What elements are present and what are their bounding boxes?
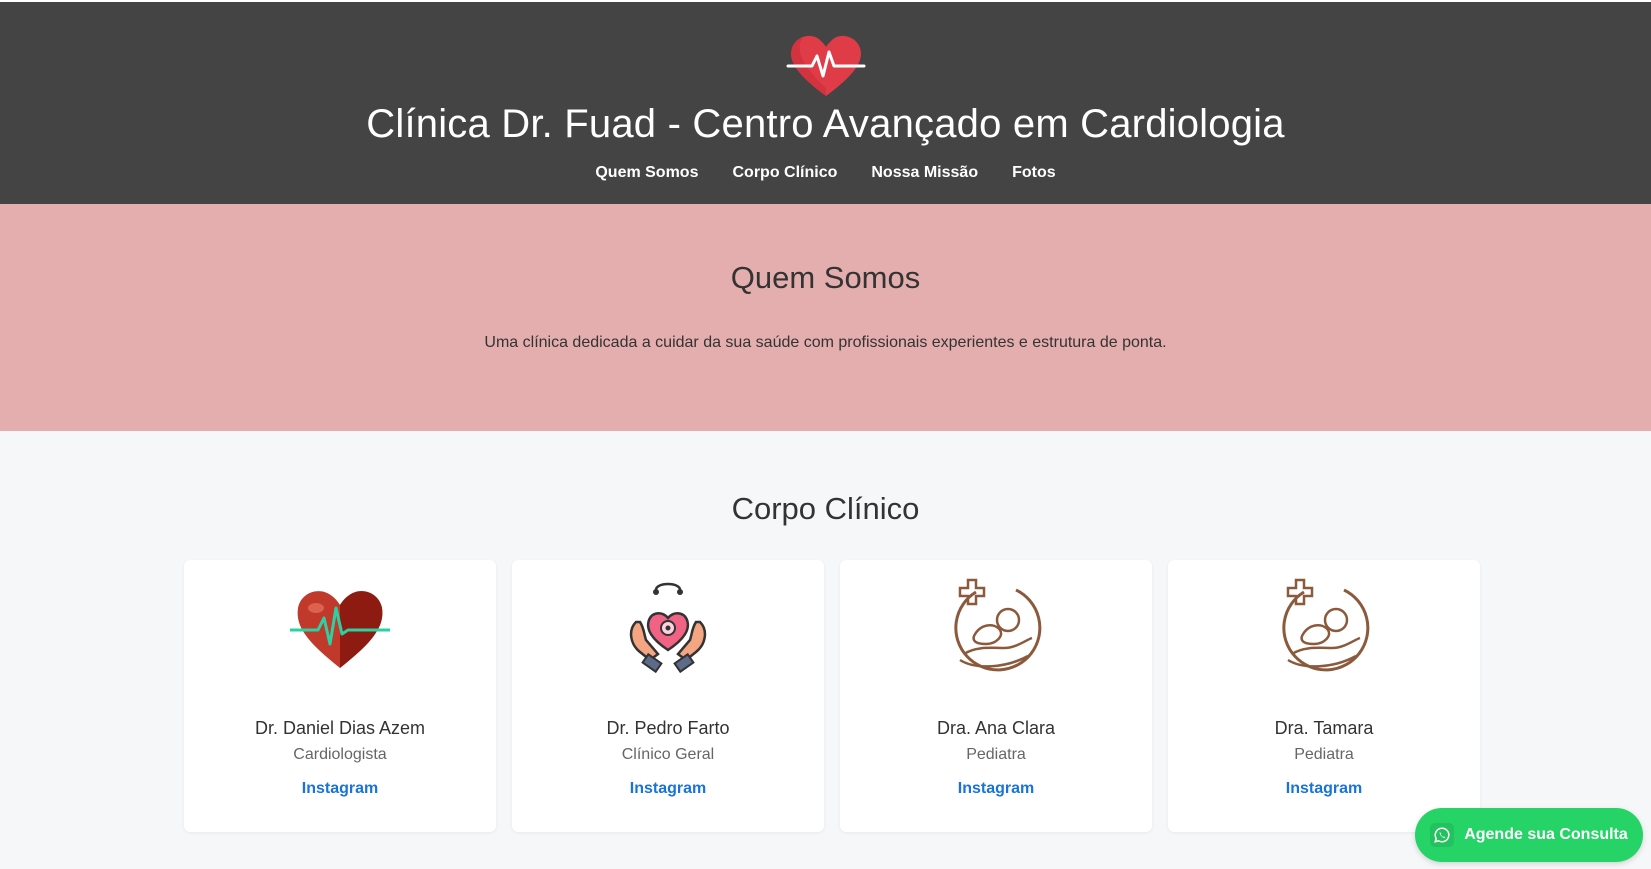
doctor-card: Dr. Daniel Dias Azem Cardiologista Insta… bbox=[184, 560, 496, 832]
heart-pulse-icon bbox=[786, 35, 865, 96]
instagram-link[interactable]: Instagram bbox=[840, 780, 1152, 798]
main-nav: Quem Somos Corpo Clínico Nossa Missão Fo… bbox=[0, 164, 1651, 182]
whatsapp-schedule-button[interactable]: Agende sua Consulta bbox=[1415, 808, 1643, 862]
doctor-name: Dr. Pedro Farto bbox=[606, 718, 730, 738]
heart-ecg-icon bbox=[290, 591, 390, 668]
site-title: Clínica Dr. Fuad - Centro Avançado em Ca… bbox=[366, 102, 1285, 146]
nav-nossa-missao[interactable]: Nossa Missão bbox=[871, 164, 978, 182]
doctor-card: Dra. Tamara Pediatra Instagram bbox=[1168, 560, 1480, 832]
baby-care-icon bbox=[1282, 578, 1370, 672]
about-section: Quem Somos Uma clínica dedicada a cuidar… bbox=[0, 204, 1651, 431]
baby-care-icon bbox=[954, 578, 1042, 672]
about-title: Quem Somos bbox=[730, 260, 921, 295]
about-text: Uma clínica dedicada a cuidar da sua saú… bbox=[484, 334, 1167, 351]
whatsapp-icon bbox=[1430, 823, 1455, 847]
doctor-role: Pediatra bbox=[966, 746, 1026, 763]
doctor-name: Dr. Daniel Dias Azem bbox=[254, 718, 426, 738]
instagram-link[interactable]: Instagram bbox=[184, 780, 496, 798]
doctor-role: Cardiologista bbox=[293, 746, 387, 763]
doctor-name: Dra. Ana Clara bbox=[936, 718, 1056, 738]
doctor-card: Dra. Ana Clara Pediatra Instagram bbox=[840, 560, 1152, 832]
doctor-role: Clínico Geral bbox=[621, 746, 715, 763]
doctor-cards: Dr. Daniel Dias Azem Cardiologista Insta… bbox=[184, 560, 1480, 832]
hands-heart-stethoscope-icon bbox=[629, 582, 707, 674]
nav-quem-somos[interactable]: Quem Somos bbox=[595, 164, 698, 182]
doctor-role: Pediatra bbox=[1294, 746, 1354, 763]
site-header: Clínica Dr. Fuad - Centro Avançado em Ca… bbox=[0, 2, 1651, 204]
doctor-name: Dra. Tamara bbox=[1274, 718, 1374, 738]
instagram-link[interactable]: Instagram bbox=[1168, 780, 1480, 798]
whatsapp-button-label: Agende sua Consulta bbox=[1464, 826, 1628, 843]
nav-corpo-clinico[interactable]: Corpo Clínico bbox=[732, 164, 837, 182]
nav-fotos[interactable]: Fotos bbox=[1012, 164, 1056, 182]
team-section: Corpo Clínico Dr. Daniel Dias Azem Cardi… bbox=[0, 431, 1651, 869]
doctor-card: Dr. Pedro Farto Clínico Geral Instagram bbox=[512, 560, 824, 832]
instagram-link[interactable]: Instagram bbox=[512, 780, 824, 798]
team-title: Corpo Clínico bbox=[731, 491, 920, 526]
